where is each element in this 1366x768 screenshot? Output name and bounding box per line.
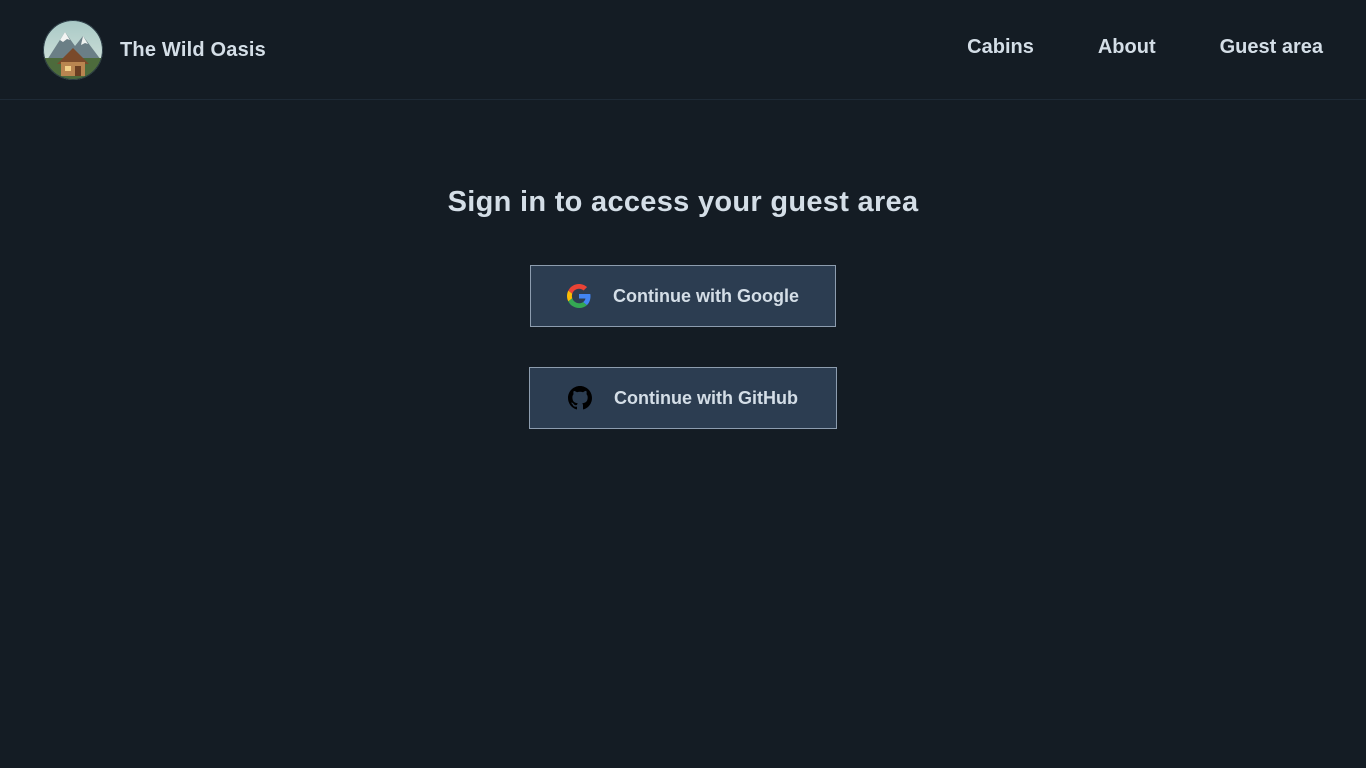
page-title: Sign in to access your guest area [447, 186, 919, 218]
google-button-label: Continue with Google [613, 285, 799, 306]
github-button-label: Continue with GitHub [614, 387, 798, 408]
google-icon [567, 284, 591, 308]
nav-item-guest-area[interactable]: Guest area [1220, 36, 1323, 59]
continue-with-google-button[interactable]: Continue with Google [530, 265, 836, 327]
nav-item-about[interactable]: About [1098, 36, 1156, 59]
site-header: The Wild Oasis Cabins About Guest area [0, 0, 1366, 100]
main-nav: Cabins About Guest area [967, 36, 1323, 59]
nav-item-cabins[interactable]: Cabins [967, 36, 1034, 59]
continue-with-github-button[interactable]: Continue with GitHub [529, 367, 837, 429]
brand-name: The Wild Oasis [120, 38, 266, 61]
github-icon [568, 386, 593, 410]
home-logo-link[interactable]: The Wild Oasis [43, 20, 266, 80]
mountain-cabin-logo-icon [43, 20, 103, 80]
